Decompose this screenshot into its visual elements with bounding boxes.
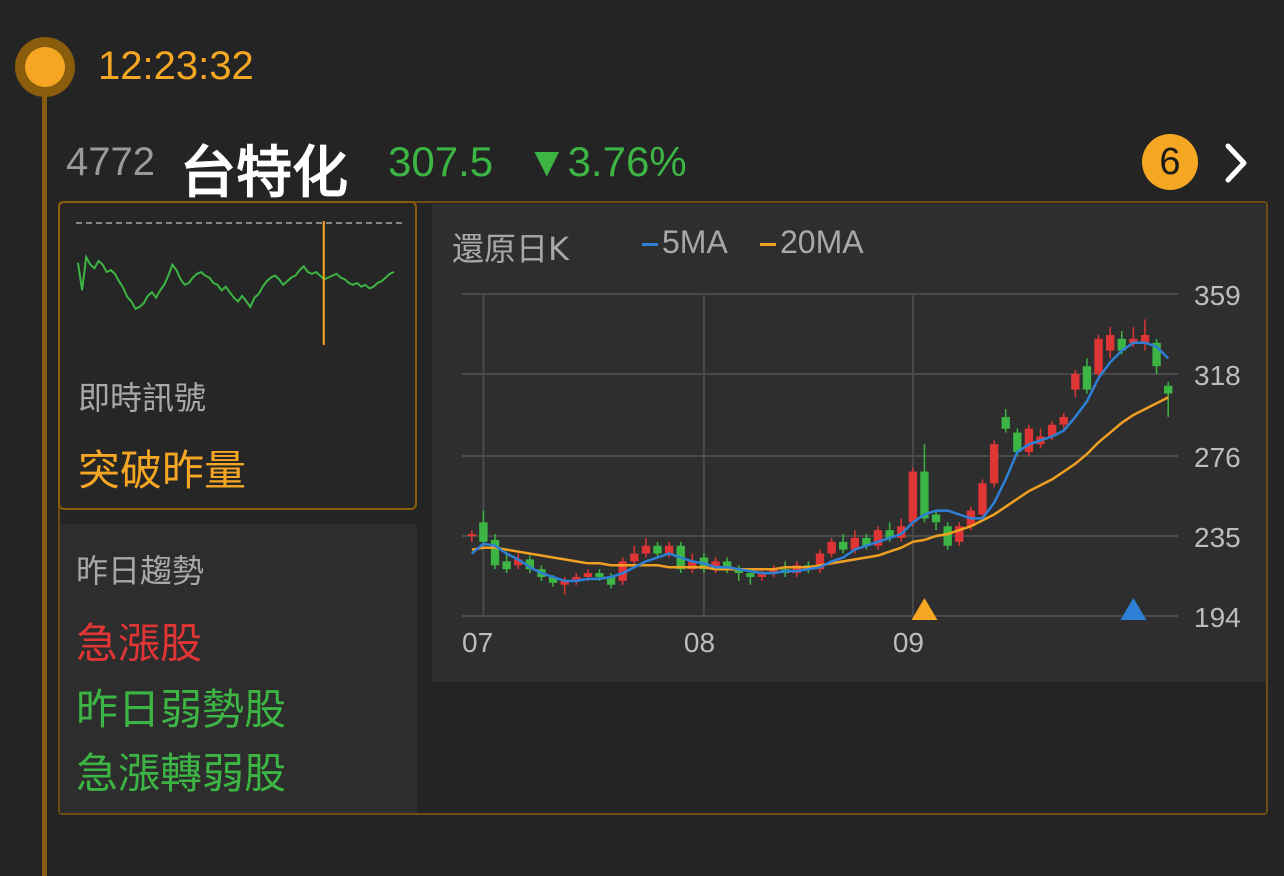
- mini-price-line: [77, 254, 395, 311]
- notification-badge[interactable]: 6: [1142, 134, 1198, 190]
- trend-label: 昨日趨勢: [76, 552, 205, 590]
- candle-body: [1094, 338, 1103, 375]
- candle-body: [1164, 385, 1173, 394]
- alert-time: 12:23:32: [98, 44, 254, 88]
- candle-body: [1105, 334, 1115, 351]
- candle-body: [1001, 416, 1010, 429]
- candle-body: [641, 545, 651, 554]
- candle-body: [989, 444, 999, 484]
- candlestick-chart: 359 318 276 235 194 07 08 09: [462, 280, 1241, 658]
- y-tick-label: 194: [1194, 602, 1241, 633]
- stock-price: 307.5: [388, 138, 494, 185]
- x-tick-label: 08: [684, 627, 715, 658]
- kline-chart-panel[interactable]: 還原日K 5MA 20MA 359 318 276 235 194 07 08 09: [432, 204, 1266, 682]
- signal-marker-icon: [1120, 598, 1147, 620]
- candle-body: [1082, 366, 1092, 390]
- candle-body: [1059, 416, 1068, 425]
- candle-body: [479, 522, 488, 542]
- timeline-line: [42, 90, 47, 876]
- candle-body: [1024, 428, 1034, 453]
- signal-marker-icon: [911, 598, 938, 620]
- y-tick-label: 235: [1194, 522, 1241, 553]
- trend-panel: 昨日趨勢 急漲股 昨日弱勢股 急漲轉弱股: [60, 524, 417, 813]
- stock-name: 台特化: [180, 141, 348, 206]
- candle-body: [467, 534, 476, 537]
- candle-body: [502, 561, 511, 570]
- y-tick-label: 276: [1194, 442, 1241, 473]
- y-tick-label: 359: [1194, 280, 1241, 311]
- candle-body: [931, 514, 941, 523]
- candle-body: [943, 526, 952, 546]
- x-tick-label: 09: [893, 627, 924, 658]
- trend-item-0: 急漲股: [76, 619, 203, 668]
- candle-body: [630, 553, 639, 562]
- candle-body: [920, 471, 929, 519]
- candle-body: [839, 541, 848, 550]
- candle-body: [595, 573, 604, 577]
- stock-code: 4772: [66, 140, 155, 184]
- ma5-line: [470, 341, 1170, 583]
- signal-panel[interactable]: 即時訊號 突破昨量: [58, 201, 417, 510]
- trend-item-1: 昨日弱勢股: [76, 685, 287, 734]
- candle-body: [978, 483, 987, 515]
- candle-body: [1071, 374, 1080, 390]
- trend-item-2: 急漲轉弱股: [76, 749, 287, 798]
- candle-body: [827, 541, 836, 554]
- signal-value: 突破昨量: [78, 446, 247, 495]
- stock-header[interactable]: 4772 台特化 307.5 ▼3.76% 6: [66, 128, 1266, 206]
- stock-change: ▼3.76%: [526, 138, 687, 185]
- candle-body: [746, 573, 755, 577]
- x-tick-label: 07: [462, 627, 493, 658]
- candle-body: [583, 573, 593, 577]
- signal-label: 即時訊號: [78, 379, 207, 417]
- chevron-right-icon[interactable]: [1216, 138, 1256, 188]
- candle-body: [490, 539, 500, 566]
- y-tick-label: 318: [1194, 360, 1241, 391]
- intraday-mini-chart: [76, 221, 402, 345]
- candle-body: [908, 471, 918, 523]
- timeline-dot: [15, 37, 75, 97]
- candle-body: [653, 545, 662, 554]
